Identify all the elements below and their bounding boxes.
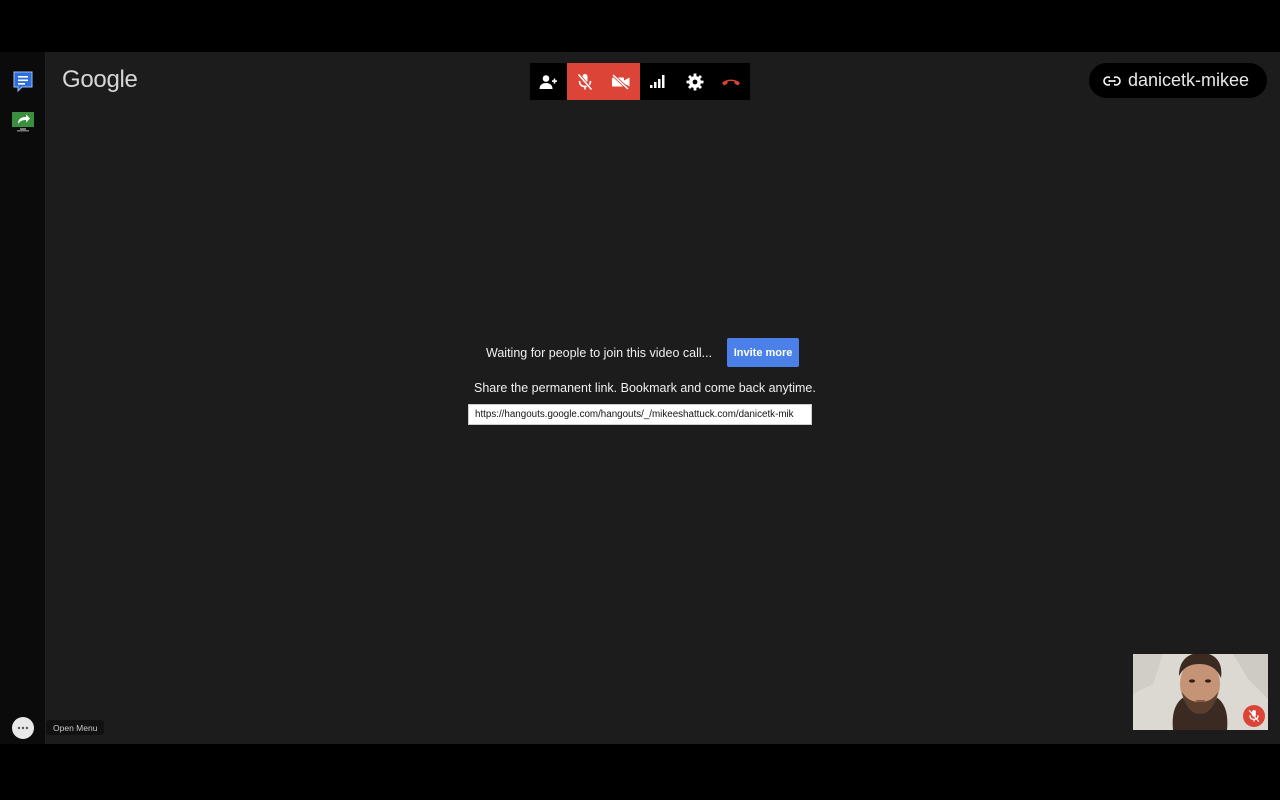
share-link-message: Share the permanent link. Bookmark and c…: [474, 381, 816, 395]
self-view-video[interactable]: [1133, 654, 1268, 730]
waiting-row: Waiting for people to join this video ca…: [486, 338, 800, 367]
call-stage: Waiting for people to join this video ca…: [0, 52, 1280, 744]
self-mic-muted-badge: [1243, 705, 1265, 727]
letterbox-bottom: [0, 744, 1280, 800]
invite-more-button[interactable]: Invite more: [727, 338, 800, 367]
letterbox-top: [0, 0, 1280, 52]
hangouts-window: Open Menu Google danicetk-mikee Waiting …: [0, 52, 1280, 744]
mic-off-icon: [1248, 709, 1260, 723]
waiting-message: Waiting for people to join this video ca…: [486, 345, 713, 360]
permanent-link-field[interactable]: [468, 404, 812, 425]
